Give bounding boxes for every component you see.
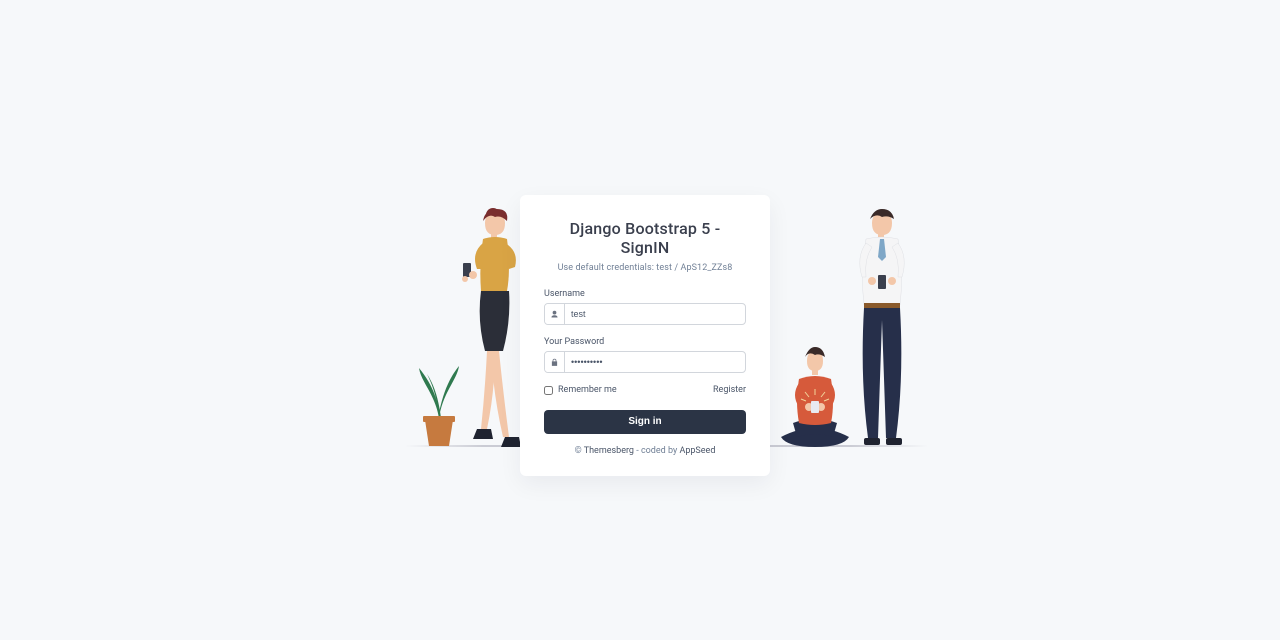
remember-me-checkbox[interactable] — [544, 386, 553, 395]
username-label: Username — [544, 289, 746, 299]
footer: © Themesberg - coded by AppSeed — [544, 446, 746, 456]
username-input-group — [544, 303, 746, 325]
footer-coder-link[interactable]: AppSeed — [679, 446, 715, 456]
password-input-group — [544, 351, 746, 373]
footer-brand-link[interactable]: Themesberg — [584, 446, 634, 456]
register-link[interactable]: Register — [713, 385, 746, 395]
lock-icon — [545, 352, 565, 372]
credentials-hint: Use default credentials: test / ApS12_ZZ… — [544, 263, 746, 273]
illustration-man-sitting — [775, 345, 855, 450]
user-icon — [545, 304, 565, 324]
password-label: Your Password — [544, 337, 746, 347]
footer-separator: - coded by — [634, 446, 679, 456]
signin-card: Django Bootstrap 5 - SignIN Use default … — [520, 195, 770, 476]
footer-copyright: © — [575, 446, 584, 456]
remember-me[interactable]: Remember me — [544, 385, 617, 395]
remember-me-label: Remember me — [558, 385, 617, 395]
signin-button[interactable]: Sign in — [544, 410, 746, 434]
password-input[interactable] — [565, 352, 745, 372]
username-input[interactable] — [565, 304, 745, 324]
page-title: Django Bootstrap 5 - SignIN — [544, 219, 746, 257]
